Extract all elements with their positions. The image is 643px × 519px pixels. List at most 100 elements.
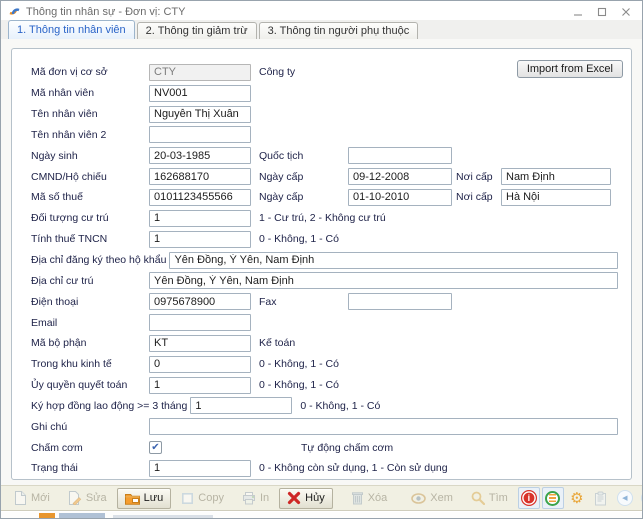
list-button[interactable] <box>542 487 564 509</box>
ten-nhan-vien-2-label: Tên nhân viên 2 <box>31 129 149 141</box>
doi-tuong-cu-tru-input[interactable] <box>149 210 251 227</box>
ma-so-thue-input[interactable] <box>149 189 251 206</box>
new-button[interactable]: Mới <box>6 488 58 509</box>
cmnd-ho-chieu-label: CMND/Hộ chiếu <box>31 171 149 183</box>
email-label: Email <box>31 317 149 329</box>
form-row-ma-nhan-vien: Mã nhân viên <box>31 83 618 104</box>
copy-icon <box>181 492 194 505</box>
background-logo-fragment <box>59 513 105 518</box>
copy-button[interactable]: Copy <box>173 488 232 509</box>
tab-thong-tin-nhan-vien[interactable]: 1. Thông tin nhân viên <box>8 20 135 39</box>
eye-icon <box>411 493 426 504</box>
tab-page: Import from Excel Mã đơn vị cơ sởCông ty… <box>1 39 642 485</box>
dien-thoai-input[interactable] <box>149 293 251 310</box>
fax-input[interactable] <box>348 293 452 310</box>
quoc-tich-input[interactable] <box>348 147 452 164</box>
tab-thong-tin-giam-tru[interactable]: 2. Thông tin giảm trừ <box>137 22 257 39</box>
close-button[interactable] <box>614 4 638 19</box>
form-row-ma-so-thue: Mã số thuếNgày cấpNơi cấp <box>31 187 618 208</box>
ma-bo-phan-input[interactable] <box>149 335 251 352</box>
background-window-edge <box>1 512 642 518</box>
tinh-thue-tncn-hint: 0 - Không, 1 - Có <box>259 233 339 245</box>
trong-khu-kinh-te-label: Trong khu kinh tế <box>31 358 149 370</box>
save-button[interactable]: Lưu <box>117 488 172 509</box>
ma-don-vi-co-so-input[interactable] <box>149 64 251 81</box>
view-button[interactable]: Xem <box>403 488 461 509</box>
cmnd-ngay-cap-input[interactable] <box>348 168 452 185</box>
nav-first-button[interactable]: ◀ <box>614 487 636 509</box>
cmnd-ho-chieu-input[interactable] <box>149 168 251 185</box>
trang-thai-input[interactable] <box>149 460 251 477</box>
minimize-icon <box>573 7 583 17</box>
cancel-button[interactable]: Hủy <box>279 488 333 509</box>
cmnd-ngay-cap-label: Ngày cấp <box>251 171 348 183</box>
gear-icon: ⚙ <box>570 491 583 506</box>
ghi-chu-input[interactable] <box>149 418 618 435</box>
info-icon: i <box>521 490 537 506</box>
clipboard-icon <box>594 491 607 506</box>
cmnd-noi-cap-input[interactable] <box>501 168 611 185</box>
toolbar-button-label: Xem <box>430 492 453 504</box>
tinh-thue-tncn-input[interactable] <box>149 231 251 248</box>
tab-thong-tin-nguoi-phu-thuoc[interactable]: 3. Thông tin người phụ thuộc <box>259 22 419 39</box>
maximize-icon <box>597 7 607 17</box>
form-row-trang-thai: Trạng thái0 - Không còn sử dụng, 1 - Còn… <box>31 458 618 479</box>
notes-button[interactable] <box>590 487 612 509</box>
maximize-button[interactable] <box>590 4 614 19</box>
form-row-email: Email <box>31 312 618 333</box>
tab-strip: 1. Thông tin nhân viên 2. Thông tin giảm… <box>1 20 642 39</box>
app-icon <box>9 6 20 17</box>
form-row-ghi-chu: Ghi chú <box>31 416 618 437</box>
ten-nhan-vien-input[interactable] <box>149 106 251 123</box>
form-row-dien-thoai: Điện thoạiFax <box>31 291 618 312</box>
find-button[interactable]: Tìm <box>463 488 516 509</box>
doi-tuong-cu-tru-hint: 1 - Cư trú, 2 - Không cư trú <box>259 212 386 224</box>
trang-thai-hint: 0 - Không còn sử dụng, 1 - Còn sử dụng <box>259 462 448 474</box>
edit-button[interactable]: Sửa <box>60 488 115 509</box>
nav-prev-button[interactable]: ◀ <box>638 487 643 509</box>
ten-nhan-vien-2-input[interactable] <box>149 126 251 143</box>
tinh-thue-tncn-label: Tính thuế TNCN <box>31 233 149 245</box>
ma-bo-phan-hint: Kế toán <box>259 337 295 349</box>
form-row-dia-chi-dang-ky-ho-khau: Địa chỉ đăng ký theo hộ khẩu <box>31 250 618 271</box>
form-panel: Import from Excel Mã đơn vị cơ sởCông ty… <box>11 48 632 480</box>
form-row-tinh-thue-tncn: Tính thuế TNCN 0 - Không, 1 - Có <box>31 229 618 250</box>
ma-nhan-vien-label: Mã nhân viên <box>31 87 149 99</box>
print-button[interactable]: In <box>234 488 277 509</box>
search-icon <box>471 491 485 505</box>
mst-ngay-cap-input[interactable] <box>348 189 452 206</box>
settings-button[interactable]: ⚙ <box>566 487 588 509</box>
trong-khu-kinh-te-input[interactable] <box>149 356 251 373</box>
uy-quyen-quyet-toan-hint: 0 - Không, 1 - Có <box>259 379 339 391</box>
toolbar-button-label: Xóa <box>368 492 388 504</box>
ma-nhan-vien-input[interactable] <box>149 85 251 102</box>
ngay-sinh-input[interactable] <box>149 147 251 164</box>
toolbar-button-label: Lưu <box>144 492 164 504</box>
uy-quyen-quyet-toan-input[interactable] <box>149 377 251 394</box>
cmnd-noi-cap-label: Nơi cấp <box>452 171 501 183</box>
mst-ngay-cap-label: Ngày cấp <box>251 191 348 203</box>
toolbar-button-label: Sửa <box>86 492 107 504</box>
minimize-button[interactable] <box>566 4 590 19</box>
ky-hop-dong-lao-dong-input[interactable] <box>190 397 292 414</box>
ten-nhan-vien-label: Tên nhân viên <box>31 108 149 120</box>
mst-noi-cap-input[interactable] <box>501 189 611 206</box>
window-title: Thông tin nhân sự - Đơn vị: CTY <box>26 6 566 18</box>
delete-button[interactable]: Xóa <box>343 488 396 509</box>
mst-noi-cap-label: Nơi cấp <box>452 191 501 203</box>
toolbar-button-label: Mới <box>31 492 50 504</box>
cham-com-label: Chấm cơm <box>31 442 149 454</box>
form-row-dia-chi-cu-tru: Địa chỉ cư trú <box>31 270 618 291</box>
form-row-ma-don-vi-co-so: Mã đơn vị cơ sởCông ty <box>31 62 618 83</box>
doi-tuong-cu-tru-label: Đối tượng cư trú <box>31 212 149 224</box>
quoc-tich-label: Quốc tịch <box>251 150 348 162</box>
dia-chi-cu-tru-input[interactable] <box>149 272 618 289</box>
toolbar-button-label: Copy <box>198 492 224 504</box>
dia-chi-dang-ky-ho-khau-input[interactable] <box>169 252 618 269</box>
toolbar-right-group: i ⚙ ◀ ◀ ▶ ▶ <box>518 487 643 509</box>
email-input[interactable] <box>149 314 251 331</box>
cham-com-checkbox[interactable]: ✔ <box>149 441 162 454</box>
ghi-chu-label: Ghi chú <box>31 421 149 433</box>
info-button[interactable]: i <box>518 487 540 509</box>
form-row-cham-com: Chấm cơm✔Tự động chấm cơm <box>31 437 618 458</box>
